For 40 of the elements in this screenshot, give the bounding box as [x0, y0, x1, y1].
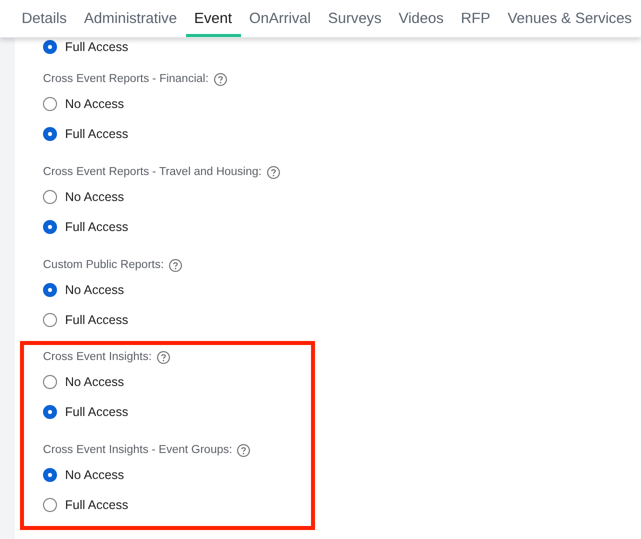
tab[interactable]: RFP	[452, 0, 500, 37]
option-label: Full Access	[65, 498, 128, 512]
radio-button[interactable]	[43, 375, 57, 389]
setting-label: Custom Public Reports:	[43, 259, 164, 271]
help-icon[interactable]	[237, 444, 250, 456]
setting-label: Cross Event Reports - Travel and Housing:	[43, 166, 262, 178]
help-icon[interactable]	[156, 350, 170, 364]
tab[interactable]: Administrative	[75, 0, 186, 37]
option-label: Full Access	[65, 220, 128, 234]
help-icon[interactable]	[266, 166, 280, 178]
option-label: No Access	[65, 283, 124, 297]
tab[interactable]: Surveys	[319, 0, 390, 37]
radio-button[interactable]	[43, 220, 57, 234]
help-icon[interactable]	[168, 258, 182, 272]
radio-button[interactable]	[43, 40, 57, 54]
radio-button[interactable]	[43, 405, 57, 419]
option-label: Full Access	[65, 405, 128, 419]
tab[interactable]: Event	[186, 0, 241, 37]
option-label: No Access	[65, 468, 124, 482]
radio-button[interactable]	[43, 313, 57, 327]
setting-label: Cross Event Insights - Event Groups:	[43, 444, 232, 456]
radio-button[interactable]	[43, 283, 57, 297]
help-icon[interactable]	[214, 72, 227, 86]
option-label: No Access	[65, 375, 124, 389]
radio-button[interactable]	[43, 127, 57, 141]
option-label: Full Access	[65, 127, 128, 141]
setting-label: Cross Event Reports - Financial:	[43, 73, 209, 85]
setting-label: Cross Event Insights:	[43, 351, 152, 363]
option-label: Full Access	[65, 313, 128, 327]
radio-button[interactable]	[43, 468, 57, 482]
option-label: No Access	[65, 97, 124, 111]
tab[interactable]: Details	[13, 0, 76, 37]
tab[interactable]: Venues & Services	[499, 0, 640, 37]
tab[interactable]: Videos	[390, 0, 452, 37]
option-label: No Access	[65, 190, 124, 204]
tab[interactable]: OnArrival	[240, 0, 320, 37]
radio-button[interactable]	[43, 190, 57, 204]
radio-button[interactable]	[43, 97, 57, 111]
radio-button[interactable]	[43, 498, 57, 512]
option-label: Full Access	[65, 40, 128, 54]
